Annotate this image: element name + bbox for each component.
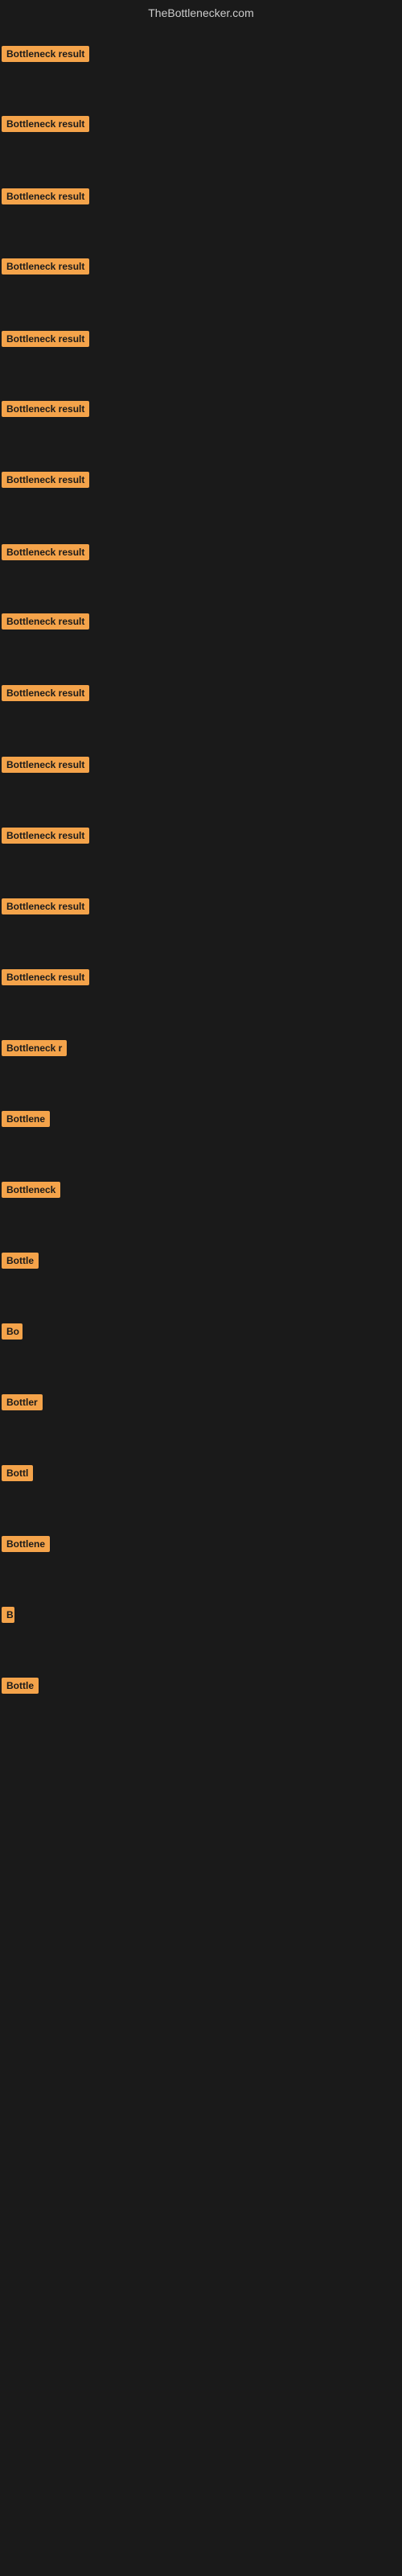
- bottleneck-badge-5: Bottleneck result: [2, 331, 89, 347]
- bottleneck-item-1[interactable]: Bottleneck result: [2, 46, 89, 66]
- bottleneck-badge-11: Bottleneck result: [2, 757, 89, 773]
- bottleneck-item-6[interactable]: Bottleneck result: [2, 401, 89, 421]
- bottleneck-badge-15: Bottleneck r: [2, 1040, 67, 1056]
- bottleneck-item-19[interactable]: Bo: [2, 1323, 23, 1344]
- bottleneck-item-3[interactable]: Bottleneck result: [2, 188, 89, 208]
- bottleneck-badge-14: Bottleneck result: [2, 969, 89, 985]
- bottleneck-item-20[interactable]: Bottler: [2, 1394, 43, 1414]
- bottleneck-badge-24: Bottle: [2, 1678, 39, 1694]
- bottleneck-badge-9: Bottleneck result: [2, 613, 89, 630]
- bottleneck-badge-6: Bottleneck result: [2, 401, 89, 417]
- bottleneck-badge-22: Bottlene: [2, 1536, 50, 1552]
- site-title: TheBottlenecker.com: [0, 0, 402, 23]
- bottleneck-badge-12: Bottleneck result: [2, 828, 89, 844]
- bottleneck-badge-7: Bottleneck result: [2, 472, 89, 488]
- bottleneck-badge-2: Bottleneck result: [2, 116, 89, 132]
- bottleneck-item-18[interactable]: Bottle: [2, 1253, 39, 1273]
- bottleneck-badge-8: Bottleneck result: [2, 544, 89, 560]
- bottleneck-item-13[interactable]: Bottleneck result: [2, 898, 89, 919]
- bottleneck-badge-21: Bottl: [2, 1465, 33, 1481]
- bottleneck-item-7[interactable]: Bottleneck result: [2, 472, 89, 492]
- bottleneck-badge-4: Bottleneck result: [2, 258, 89, 275]
- bottleneck-item-8[interactable]: Bottleneck result: [2, 544, 89, 564]
- bottleneck-item-23[interactable]: B: [2, 1607, 14, 1627]
- bottleneck-item-17[interactable]: Bottleneck: [2, 1182, 60, 1202]
- bottleneck-item-4[interactable]: Bottleneck result: [2, 258, 89, 279]
- bottleneck-badge-13: Bottleneck result: [2, 898, 89, 914]
- bottleneck-item-16[interactable]: Bottlene: [2, 1111, 50, 1131]
- bottleneck-item-10[interactable]: Bottleneck result: [2, 685, 89, 705]
- bottleneck-badge-3: Bottleneck result: [2, 188, 89, 204]
- bottleneck-item-11[interactable]: Bottleneck result: [2, 757, 89, 777]
- bottleneck-badge-17: Bottleneck: [2, 1182, 60, 1198]
- bottleneck-item-22[interactable]: Bottlene: [2, 1536, 50, 1556]
- bottleneck-item-15[interactable]: Bottleneck r: [2, 1040, 67, 1060]
- bottleneck-item-24[interactable]: Bottle: [2, 1678, 39, 1698]
- bottleneck-item-12[interactable]: Bottleneck result: [2, 828, 89, 848]
- bottleneck-item-5[interactable]: Bottleneck result: [2, 331, 89, 351]
- bottleneck-item-14[interactable]: Bottleneck result: [2, 969, 89, 989]
- bottleneck-badge-19: Bo: [2, 1323, 23, 1340]
- bottleneck-badge-23: B: [2, 1607, 14, 1623]
- bottleneck-badge-18: Bottle: [2, 1253, 39, 1269]
- bottleneck-item-2[interactable]: Bottleneck result: [2, 116, 89, 136]
- bottleneck-badge-1: Bottleneck result: [2, 46, 89, 62]
- bottleneck-badge-20: Bottler: [2, 1394, 43, 1410]
- bottleneck-item-9[interactable]: Bottleneck result: [2, 613, 89, 634]
- bottleneck-item-21[interactable]: Bottl: [2, 1465, 33, 1485]
- bottleneck-badge-10: Bottleneck result: [2, 685, 89, 701]
- bottleneck-badge-16: Bottlene: [2, 1111, 50, 1127]
